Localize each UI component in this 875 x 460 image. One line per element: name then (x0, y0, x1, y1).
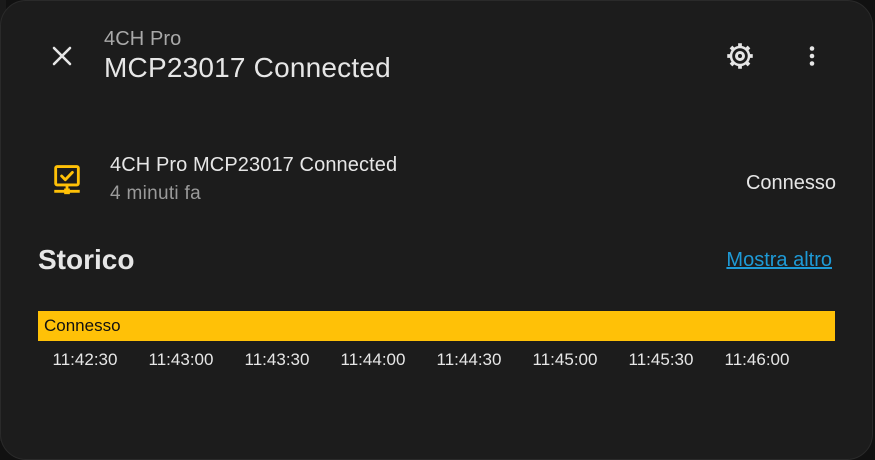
entity-name: 4CH Pro MCP23017 Connected (110, 154, 398, 176)
timeline-tick: 11:42:30 (52, 350, 118, 369)
entity-row[interactable]: 4CH Pro MCP23017 Connected 4 minuti fa C… (38, 149, 836, 211)
dialog-title: MCP23017 Connected (104, 52, 391, 83)
history-title: Storico (38, 244, 135, 275)
timeline-tick: 11:45:30 (628, 350, 694, 369)
gear-icon (727, 43, 753, 69)
timeline-tick: 11:43:00 (148, 350, 214, 369)
dialog-subtitle: 4CH Pro (104, 28, 182, 50)
timeline-tick: 11:43:30 (244, 350, 310, 369)
more-vertical-icon (809, 46, 815, 66)
entity-state: Connesso (745, 172, 836, 194)
timeline-bar-label: Connesso (44, 316, 121, 335)
more-options-button[interactable] (790, 34, 834, 78)
timeline-tick: 11:45:00 (532, 350, 598, 369)
timeline-tick: 11:46:00 (724, 350, 790, 369)
show-more-link[interactable]: Mostra altro (726, 249, 832, 272)
settings-button[interactable] (718, 34, 762, 78)
timeline-tick: 11:44:00 (340, 350, 406, 369)
close-icon (52, 46, 72, 66)
network-connected-icon (54, 165, 80, 195)
timeline-tick: 11:44:30 (436, 350, 502, 369)
close-button[interactable] (40, 34, 84, 78)
timeline-bar[interactable]: Connesso (38, 311, 835, 341)
more-info-dialog: 4CH Pro MCP23017 Connected 4CH Pro MCP23… (0, 0, 873, 460)
entity-last-changed: 4 minuti fa (110, 183, 201, 204)
